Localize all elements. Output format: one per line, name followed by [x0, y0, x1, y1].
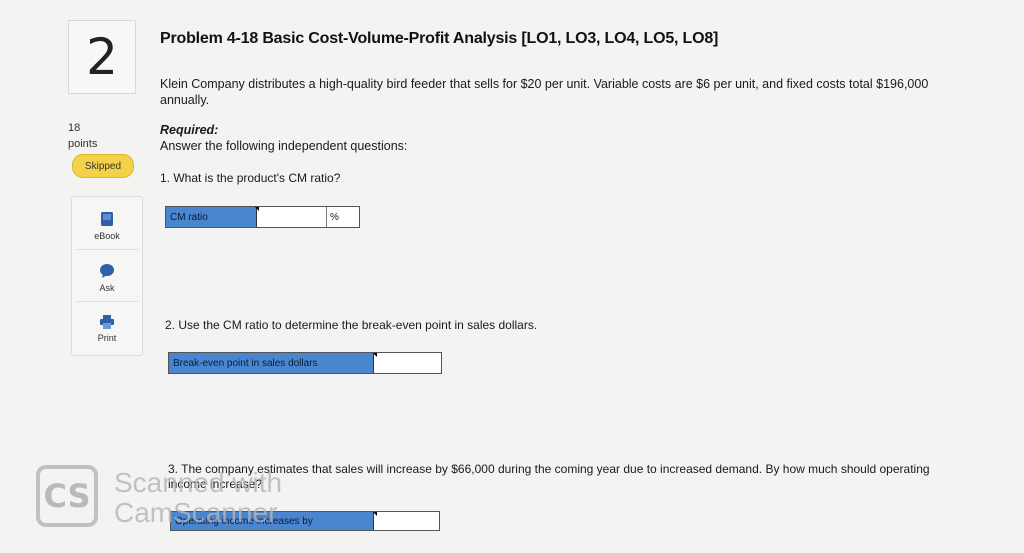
camscanner-logo: CS: [36, 465, 98, 527]
break-even-input[interactable]: [373, 353, 441, 373]
cm-ratio-input[interactable]: [256, 207, 326, 227]
watermark-line-1: Scanned with: [114, 467, 283, 498]
break-even-row: Break-even point in sales dollars: [168, 352, 442, 374]
ebook-label: eBook: [94, 231, 120, 241]
cm-ratio-label: CM ratio: [166, 207, 256, 227]
points-value: 18: [68, 122, 81, 134]
divider: [76, 301, 138, 302]
ask-button[interactable]: Ask: [72, 263, 142, 293]
part-1-question: 1. What is the product's CM ratio?: [160, 171, 341, 185]
required-text: Answer the following independent questio…: [160, 139, 408, 153]
ebook-button[interactable]: eBook: [72, 211, 142, 241]
field-corner-icon: [373, 512, 377, 516]
chat-bubble-icon: [72, 263, 142, 281]
percent-unit: %: [326, 207, 359, 227]
part-3-question: 3. The company estimates that sales will…: [168, 462, 930, 491]
problem-title: Problem 4-18 Basic Cost-Volume-Profit An…: [160, 30, 719, 47]
camscanner-watermark: Scanned with CamScanner: [114, 468, 282, 528]
cm-ratio-row: CM ratio %: [165, 206, 360, 228]
print-label: Print: [97, 333, 117, 343]
watermark-line-2: CamScanner: [114, 497, 278, 528]
ask-label: Ask: [99, 283, 115, 293]
operating-income-input[interactable]: [373, 512, 439, 530]
printer-icon: [72, 315, 142, 331]
status-badge: Skipped: [72, 154, 134, 178]
break-even-label: Break-even point in sales dollars: [169, 353, 373, 373]
part-2-question: 2. Use the CM ratio to determine the bre…: [165, 318, 538, 332]
book-icon: [72, 211, 142, 229]
field-corner-icon: [373, 353, 377, 357]
divider: [76, 249, 138, 250]
problem-intro: Klein Company distributes a high-quality…: [160, 77, 929, 107]
field-corner-icon: [255, 207, 259, 211]
question-number: 2: [68, 20, 136, 94]
required-label: Required:: [160, 123, 219, 137]
points-info: 18 points: [68, 120, 97, 152]
print-button[interactable]: Print: [72, 315, 142, 343]
tools-panel: eBook Ask Print: [71, 196, 143, 356]
points-label: points: [68, 138, 98, 150]
